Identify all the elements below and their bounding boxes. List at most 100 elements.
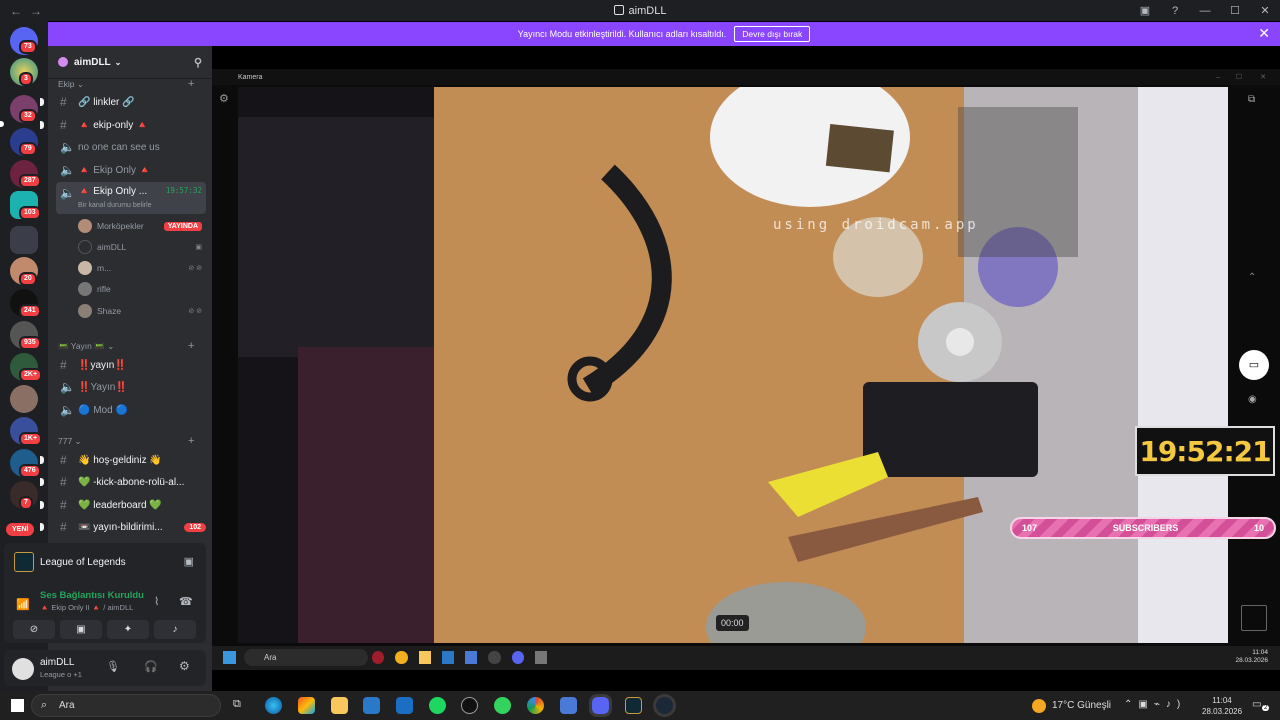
voice-user[interactable]: m... ⊘ ⊘ — [78, 259, 202, 277]
file-explorer-icon[interactable] — [331, 697, 348, 714]
settings-gear-icon[interactable]: ⚙ — [179, 659, 190, 673]
server-header[interactable]: aimDLL ⌄ ⚲ — [48, 46, 212, 79]
screenshot-icon[interactable]: ⧉ — [1248, 94, 1255, 105]
windows-start-button[interactable] — [11, 699, 24, 712]
channel-yayin-bildirimi[interactable]: # 📼 yayın-bildirimi... 102 — [56, 517, 206, 537]
discord-app-icon — [613, 4, 624, 15]
task-view-icon[interactable]: ⧉ — [233, 698, 241, 711]
system-tray-icons[interactable]: ⌃▣⌁♪) — [1124, 699, 1186, 710]
disable-streamer-mode-button[interactable]: Devre dışı bırak — [734, 26, 811, 42]
add-channel-icon[interactable]: + — [188, 78, 194, 90]
banner-text: Yayıncı Modu etkinleştirildi. Kullanıcı … — [517, 29, 727, 39]
steam-icon[interactable] — [653, 694, 676, 717]
channel-leaderboard[interactable]: # 💚 leaderboard 💚 — [56, 495, 206, 515]
speaker-icon: 🔈 — [60, 380, 75, 394]
obs-icon[interactable] — [461, 697, 478, 714]
hash-icon: # — [60, 453, 67, 467]
soundboard-button[interactable]: ♪ — [154, 620, 196, 639]
server-icon — [58, 57, 68, 67]
minimize-button[interactable]: — — [1190, 5, 1220, 17]
category-777[interactable]: 777 ⌄ + — [58, 435, 194, 447]
help-icon[interactable]: ? — [1160, 5, 1190, 17]
game-icon: ▣ — [195, 244, 202, 251]
photo-capture-icon[interactable]: ◉ — [1248, 394, 1257, 405]
voice-channel-ekip-only-2[interactable]: 🔈 🔺 Ekip Only ... 19:57:32 Bir kanal dur… — [56, 182, 206, 214]
add-channel-icon[interactable]: + — [188, 435, 194, 447]
unread-badge: 241 — [19, 304, 41, 318]
kick-icon[interactable] — [494, 697, 511, 714]
unread-badge: 32 — [19, 109, 37, 123]
minimize-button[interactable]: – — [1216, 74, 1220, 81]
weather-text[interactable]: 17°C Güneşli — [1052, 700, 1111, 711]
disconnect-icon[interactable]: ☎ — [179, 595, 193, 608]
store-icon[interactable] — [363, 697, 380, 714]
voice-user[interactable]: Shaze ⊘ ⊘ — [78, 302, 202, 320]
voice-channel-no-one[interactable]: 🔈 no one can see us — [56, 137, 206, 157]
server-icon[interactable] — [10, 385, 38, 413]
discord-icon[interactable] — [589, 694, 612, 717]
unread-badge: 476 — [19, 464, 41, 478]
screen-share-icon[interactable]: ▣ — [184, 555, 194, 568]
add-member-icon[interactable]: ⚲ — [194, 56, 202, 69]
headphones-icon[interactable]: 🎧 — [144, 660, 158, 673]
weather-sun-icon[interactable] — [1032, 699, 1046, 713]
taskbar-search[interactable]: ⌕ Ara — [31, 694, 221, 717]
inbox-icon[interactable]: ▣ — [1130, 4, 1160, 17]
channel-yayin[interactable]: # ‼️yayın‼️ — [56, 355, 206, 375]
microphone-icon[interactable]: 🎙 — [106, 660, 120, 673]
league-client-icon[interactable] — [625, 697, 642, 714]
chevron-up-icon[interactable]: ⌃ — [1248, 272, 1256, 283]
voice-channel-ekip-only[interactable]: 🔈 🔺 Ekip Only 🔺 — [56, 160, 206, 180]
noise-suppression-icon[interactable]: ⌇ — [154, 595, 159, 608]
channel-kick-abone[interactable]: # 💚 -kick-abone-rolü-al... — [56, 472, 206, 492]
maximize-button[interactable]: ☐ — [1236, 73, 1242, 81]
share-screen-button[interactable]: ▣ — [60, 620, 102, 639]
voice-channel-mod[interactable]: 🔈 🔵 Mod 🔵 — [56, 400, 206, 420]
chrome-icon[interactable] — [527, 697, 544, 714]
speaker-icon: 🔈 — [60, 163, 75, 177]
system-clock[interactable]: 11:04 28.03.2026 — [1202, 695, 1242, 717]
notification-icon[interactable]: ▭ — [1252, 699, 1261, 710]
avatar[interactable] — [12, 658, 34, 680]
close-banner-icon[interactable]: ✕ — [1258, 25, 1270, 42]
muted-deafened-icon: ⊘ ⊘ — [188, 265, 202, 272]
user-panel: aimDLL League o +1 🎙 🎧 ⚙ — [4, 650, 206, 686]
voice-user[interactable]: rifle — [78, 280, 202, 298]
maximize-button[interactable]: ☐ — [1220, 4, 1250, 17]
category-ekip[interactable]: Ekip ⌄ + — [58, 78, 194, 90]
copilot-icon[interactable] — [298, 697, 315, 714]
voice-user[interactable]: Morköpekler YAYINDA — [78, 217, 202, 235]
spotify-icon[interactable] — [429, 697, 446, 714]
video-record-button[interactable]: ▭ — [1239, 350, 1269, 380]
folder-icon[interactable] — [10, 226, 38, 254]
voice-user[interactable]: aimDLL ▣ — [78, 238, 202, 256]
channel-status[interactable]: Bir kanal durumu belirle — [78, 202, 152, 209]
close-button[interactable]: ✕ — [1260, 73, 1266, 81]
voice-channel-yayin[interactable]: 🔈 ‼️Yayın‼️ — [56, 377, 206, 397]
recording-timer: 00:00 — [716, 615, 749, 631]
activities-button[interactable]: ✦ — [107, 620, 149, 639]
channel-linkler[interactable]: # 🔗 linkler 🔗 — [56, 92, 206, 112]
mail-icon[interactable] — [396, 697, 413, 714]
muted-deafened-icon: ⊘ ⊘ — [188, 308, 202, 315]
window-title: aimDLL — [0, 4, 1280, 17]
username: aimDLL — [40, 657, 75, 668]
channel-ekip-only[interactable]: # 🔺 ekip-only 🔺 — [56, 115, 206, 135]
hash-icon: # — [60, 358, 67, 372]
hash-icon: # — [60, 118, 67, 132]
camera-off-button[interactable]: ⊘ — [13, 620, 55, 639]
category-yayin[interactable]: 📟 Yayın 📟 ⌄ + — [58, 340, 194, 352]
channel-hos-geldiniz[interactable]: # 👋 hoş-geldiniz 👋 — [56, 450, 206, 470]
app-icon[interactable] — [560, 697, 577, 714]
camera-settings-icon[interactable]: ⚙ — [219, 92, 229, 105]
unread-badge: 73 — [19, 40, 37, 54]
edge-icon[interactable] — [265, 697, 282, 714]
voice-channel-path[interactable]: 🔺 Ekip Only II 🔺 / aimDLL — [40, 603, 133, 612]
voice-status[interactable]: Ses Bağlantısı Kuruldu — [40, 590, 144, 601]
gallery-thumbnail[interactable] — [1241, 605, 1267, 631]
new-badge[interactable]: YENİ — [6, 523, 35, 536]
unread-badge: 1K+ — [19, 432, 43, 446]
voice-timer: 19:57:32 — [165, 186, 202, 195]
add-channel-icon[interactable]: + — [188, 340, 194, 352]
close-window-button[interactable]: ✕ — [1250, 4, 1280, 17]
